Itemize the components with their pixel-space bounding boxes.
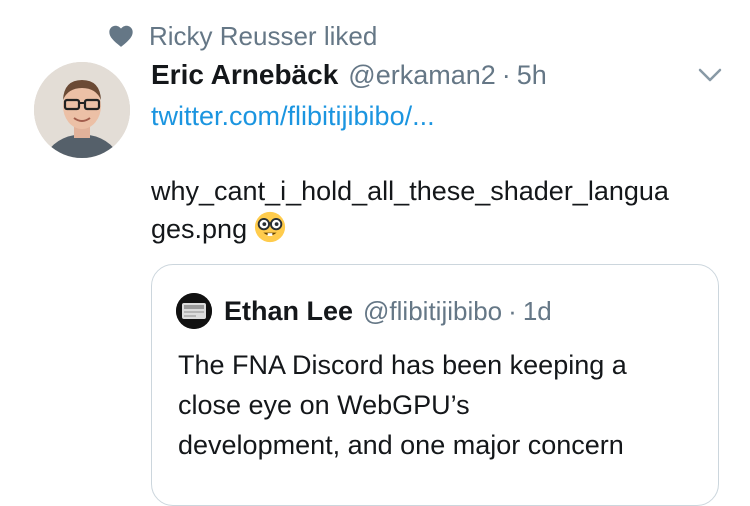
social-context[interactable]: Ricky Reusser liked [107, 20, 377, 52]
tweet-text-line: ges.png [151, 210, 721, 248]
author-meta: @erkaman2 · 5h [348, 60, 547, 91]
tweet-timestamp[interactable]: 5h [517, 60, 547, 90]
social-context-text: Ricky Reusser liked [149, 20, 378, 51]
quoted-author-name: Ethan Lee [224, 295, 354, 326]
quoted-text-line: The FNA Discord has been keeping a [178, 350, 627, 380]
quoted-author-handle: @flibitijibibo [363, 295, 503, 326]
nerd-face-emoji-icon [254, 211, 286, 243]
author-name[interactable]: Eric Arnebäck [151, 59, 338, 91]
quoted-author-meta: @flibitijibibo · 1d [363, 296, 552, 327]
quoted-author-avatar [176, 293, 212, 329]
chevron-down-icon[interactable] [695, 60, 725, 90]
tweet-header: Eric Arnebäck @erkaman2 · 5h [151, 55, 547, 95]
quoted-text-line: close eye on WebGPU’s [178, 390, 470, 420]
tweet-text-segment: ges.png [151, 214, 248, 244]
quoted-tweet-text: The FNA Discord has been keeping a close… [178, 345, 708, 465]
author-avatar[interactable] [34, 62, 130, 158]
tweet-text: why_cant_i_hold_all_these_shader_langua … [151, 172, 721, 248]
quoted-tweet-header: Ethan Lee @flibitijibibo · 1d [176, 291, 552, 331]
author-handle[interactable]: @erkaman2 [348, 60, 495, 90]
meta-separator: · [501, 59, 511, 90]
tweet-text-line: why_cant_i_hold_all_these_shader_langua [151, 176, 669, 206]
quoted-text-line: development, and one major concern [178, 430, 624, 460]
quoted-tweet-timestamp: 1d [522, 295, 552, 326]
quoted-meta-separator: · [508, 295, 517, 326]
heart-icon [109, 25, 133, 47]
avatar-image [34, 62, 130, 158]
tweet-link[interactable]: twitter.com/flibitijibibo/... [151, 96, 435, 136]
quoted-avatar-image [176, 293, 212, 329]
